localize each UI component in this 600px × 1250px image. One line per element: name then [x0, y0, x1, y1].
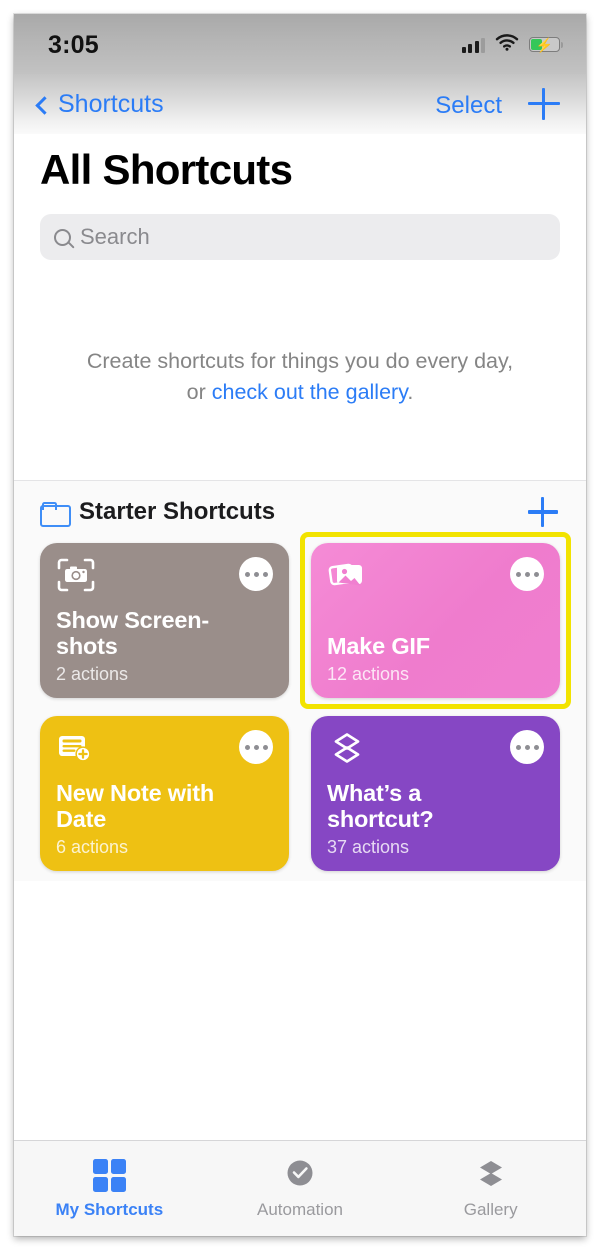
tab-bar: My Shortcuts Automation Gallery: [14, 1140, 586, 1236]
tab-label: Automation: [257, 1199, 343, 1219]
card-footer: Make GIF 12 actions: [327, 633, 544, 685]
shortcut-card-wrapper: Show Screen- shots 2 actions: [40, 543, 289, 699]
card-header: [56, 730, 273, 766]
shortcut-card-new-note-with-date[interactable]: New Note with Date 6 actions: [40, 716, 289, 872]
tab-gallery[interactable]: Gallery: [395, 1141, 586, 1236]
status-bar: 3:05 ⚡: [14, 14, 586, 74]
chevron-left-icon: [35, 95, 54, 115]
main-content: All Shortcuts Search Create shortcuts fo…: [14, 134, 586, 882]
shortcut-card-show-screenshots[interactable]: Show Screen- shots 2 actions: [40, 543, 289, 699]
card-title: Make GIF: [327, 633, 430, 660]
page-title: All Shortcuts: [40, 146, 293, 193]
tab-label: My Shortcuts: [55, 1199, 164, 1219]
card-title-line-2: shortcut?: [327, 806, 434, 833]
tab-label: Gallery: [463, 1199, 518, 1219]
empty-state-message: Create shortcuts for things you do every…: [14, 346, 586, 408]
shortcut-card-wrapper: What’s a shortcut? 37 actions: [311, 716, 560, 872]
add-shortcut-button[interactable]: [528, 88, 560, 120]
card-footer: New Note with Date 6 actions: [56, 780, 273, 859]
empty-state-line-1: Create shortcuts for things you do every…: [86, 349, 514, 373]
shortcut-card-whats-a-shortcut[interactable]: What’s a shortcut? 37 actions: [311, 716, 560, 872]
card-action-count: 12 actions: [327, 664, 410, 685]
search-field[interactable]: Search: [40, 214, 560, 260]
card-menu-button[interactable]: [510, 730, 544, 765]
card-title-line-1: Show Screen-: [56, 606, 210, 633]
search-placeholder: Search: [80, 224, 150, 249]
gallery-link[interactable]: check out the gallery: [212, 380, 408, 404]
card-title: Show Screen- shots: [56, 607, 273, 660]
folder-icon: [40, 501, 71, 527]
select-button[interactable]: Select: [435, 92, 502, 120]
navigation-bar: Shortcuts Select: [14, 74, 586, 134]
shortcut-card-make-gif[interactable]: Make GIF 12 actions: [311, 543, 560, 699]
card-action-count: 6 actions: [56, 837, 129, 858]
card-action-count: 2 actions: [56, 664, 129, 685]
card-title: New Note with Date: [56, 780, 273, 833]
layers-solid-icon: [472, 1158, 510, 1192]
photo-stack-icon: [327, 557, 367, 593]
grid-squares-icon: [90, 1158, 128, 1192]
folder-title: Starter Shortcuts: [79, 498, 276, 526]
tab-automation[interactable]: Automation: [205, 1141, 396, 1236]
layers-icon: [327, 730, 367, 766]
clock-check-icon: [281, 1158, 319, 1192]
card-menu-button[interactable]: [239, 557, 273, 592]
new-note-icon: [56, 730, 96, 766]
card-menu-button[interactable]: [239, 730, 273, 765]
status-time: 3:05: [48, 31, 99, 59]
empty-state-prefix: or: [186, 380, 212, 405]
card-title-line-2: shots: [56, 633, 118, 660]
status-indicators: ⚡: [461, 33, 563, 56]
shortcut-card-wrapper-selected: Make GIF 12 actions: [300, 532, 571, 710]
card-footer: What’s a shortcut? 37 actions: [327, 780, 544, 859]
card-title: What’s a shortcut?: [327, 780, 544, 833]
card-header: [327, 557, 544, 593]
tab-my-shortcuts[interactable]: My Shortcuts: [14, 1141, 205, 1236]
card-action-count: 37 actions: [327, 837, 410, 858]
shortcut-card-wrapper: New Note with Date 6 actions: [40, 716, 289, 872]
battery-charging-icon: ⚡: [529, 37, 563, 52]
folder-header[interactable]: Starter Shortcuts: [14, 481, 586, 543]
cellular-signal-icon: [461, 37, 485, 53]
starter-shortcuts-section: Starter Shortcuts Show Screen- shots 2 a…: [14, 481, 586, 882]
card-title-line-1: What’s a: [327, 779, 422, 806]
add-to-folder-button[interactable]: [528, 497, 558, 528]
card-header: [327, 730, 544, 766]
back-button[interactable]: Shortcuts: [35, 90, 164, 119]
search-icon: [54, 228, 71, 246]
shortcut-grid: Show Screen- shots 2 actions Make GIF 12…: [14, 532, 586, 872]
screenshot-camera-icon: [56, 557, 96, 593]
wifi-icon: [495, 33, 519, 56]
iphone-screen: 3:05 ⚡ Shortcuts Select All Shortcuts Se…: [14, 14, 586, 1236]
card-menu-button[interactable]: [510, 557, 544, 592]
card-header: [56, 557, 273, 593]
card-title-line-2: Date: [56, 806, 107, 833]
empty-state-suffix: .: [407, 380, 414, 405]
card-footer: Show Screen- shots 2 actions: [56, 607, 273, 686]
card-title-line-1: New Note with: [56, 779, 214, 806]
back-button-label: Shortcuts: [58, 90, 164, 118]
